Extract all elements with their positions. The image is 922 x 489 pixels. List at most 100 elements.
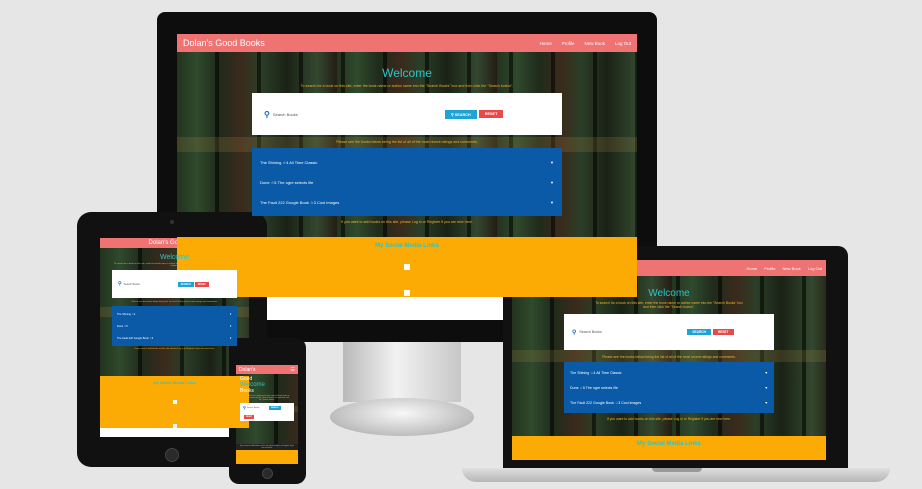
hero-subtitle: Books <box>240 388 254 394</box>
book-item[interactable]: Dune ☆5 The ogre selects life ▼ <box>260 172 554 192</box>
social-title: My Social Media Links <box>637 441 701 447</box>
search-input[interactable]: Search Books <box>247 407 269 409</box>
list-instructions: Please see the books below being the lis… <box>131 301 218 303</box>
nav-logout[interactable]: Log Out <box>615 41 631 46</box>
book-rating: 4 <box>286 159 289 165</box>
book-title: The Shining <box>117 312 131 316</box>
social-title: My Social Media Links <box>153 380 196 385</box>
search-panel: ⚲ Search Books SEARCH RESET <box>112 270 237 298</box>
search-input[interactable]: Search Books <box>273 112 443 117</box>
book-title: The Shining <box>260 159 282 165</box>
reset-button[interactable]: RESET <box>712 329 734 335</box>
page-title: Welcome <box>382 66 432 80</box>
book-rating: 3 <box>151 336 154 340</box>
chevron-down-icon[interactable]: ▼ <box>764 371 768 375</box>
reset-button[interactable]: RESET <box>478 110 504 118</box>
phone-home-button <box>262 468 273 479</box>
instagram-icon[interactable] <box>172 424 177 428</box>
chevron-down-icon[interactable]: ▼ <box>550 180 554 185</box>
search-panel: ⚲ Search Books SEARCH RESET <box>240 403 294 421</box>
book-title: The Fault 222 Google Book <box>570 400 614 405</box>
chevron-down-icon[interactable]: ▼ <box>229 337 232 340</box>
brand-logo[interactable]: Dolan's Good Books <box>183 38 265 48</box>
book-rating: 4 <box>133 312 136 316</box>
book-item[interactable]: Dune ☆5 ▼ <box>117 320 232 332</box>
reset-button[interactable]: RESET <box>194 281 209 287</box>
book-title: The Fault 222 Google Book <box>260 199 309 205</box>
nav-new-book[interactable]: New Book <box>584 41 605 46</box>
search-button[interactable]: SEARCH <box>268 405 281 410</box>
book-item[interactable]: The Fault 222 Google Book ☆3 ▼ <box>117 332 232 344</box>
chevron-down-icon[interactable]: ▼ <box>764 401 768 405</box>
book-title: Dune <box>570 385 579 390</box>
nav-profile[interactable]: Profile <box>764 266 775 271</box>
book-title: Dune <box>260 179 270 185</box>
login-note: If you want to add books on this site, p… <box>134 348 215 350</box>
book-comment: All Time Classic <box>596 370 622 375</box>
book-title: The Shining <box>570 370 590 375</box>
social-section <box>236 450 298 464</box>
laptop-screen: Dolan's Good Books Home Profile New Book… <box>512 260 826 460</box>
book-rating: 3 <box>313 199 316 205</box>
search-input[interactable]: Search Books <box>124 283 178 286</box>
book-comment: The ogre selects life <box>277 179 314 185</box>
monitor-stand <box>343 342 461 402</box>
monitor-base <box>330 398 474 436</box>
navbar: Dolan's Good Books Home Profile New Book… <box>177 34 637 52</box>
book-comment: All Time Classic <box>289 159 318 165</box>
search-button-label: SEARCH <box>454 112 471 117</box>
search-instructions: To search for a book on this site, enter… <box>595 301 743 309</box>
search-icon: ⚲ <box>572 329 577 336</box>
book-item[interactable]: The Fault 222 Google Book ☆3 Cool images… <box>260 192 554 212</box>
search-instructions: To search for a book on this site, enter… <box>244 395 290 401</box>
nav-home[interactable]: Home <box>747 266 758 271</box>
book-rating: 5 <box>582 385 585 390</box>
brand-logo[interactable]: Dolan's <box>239 367 256 373</box>
book-title: Dune <box>117 324 124 328</box>
book-item[interactable]: The Shining ☆4 All Time Classic ▼ <box>570 365 768 380</box>
book-rating: 3 <box>618 400 621 405</box>
search-icon: ⚲ <box>243 405 246 411</box>
chevron-down-icon[interactable]: ▼ <box>229 325 232 328</box>
nav-links: Home Profile New Book Log Out <box>540 41 631 46</box>
search-panel: ⚲ Search Books ⚲ SEARCH RESET <box>252 93 562 135</box>
book-item[interactable]: The Shining ☆4 All Time Classic ▼ <box>260 152 554 172</box>
linkedin-icon[interactable] <box>172 400 177 404</box>
linkedin-icon[interactable] <box>404 264 410 270</box>
menu-icon[interactable]: ☰ <box>291 367 295 373</box>
book-rating: 5 <box>274 179 277 185</box>
chevron-down-icon[interactable]: ▼ <box>550 200 554 205</box>
book-title: The Fault 222 Google Book <box>117 336 149 340</box>
nav-home[interactable]: Home <box>540 41 552 46</box>
search-button[interactable]: SEARCH <box>687 329 711 335</box>
book-list: The Shining ☆4 All Time Classic ▼ Dune ☆… <box>252 148 562 216</box>
nav-profile[interactable]: Profile <box>562 41 575 46</box>
book-comment: Cool images <box>621 400 642 405</box>
chevron-down-icon[interactable]: ▼ <box>550 160 554 165</box>
search-input[interactable]: Search Books <box>579 330 687 334</box>
phone-screen: Dolan's ☰ Good Welcome Books To search f… <box>236 365 298 464</box>
chevron-down-icon[interactable]: ▼ <box>764 386 768 390</box>
tablet-camera <box>170 220 174 224</box>
list-instructions: Please see the books below being the lis… <box>602 355 736 359</box>
book-item[interactable]: The Shining ☆4 ▼ <box>117 308 232 320</box>
reset-button[interactable]: RESET <box>244 414 254 419</box>
search-button[interactable]: SEARCH <box>177 281 194 287</box>
search-button[interactable]: ⚲ SEARCH <box>444 109 477 119</box>
nav-logout[interactable]: Log Out <box>808 266 822 271</box>
instagram-icon[interactable] <box>404 290 410 296</box>
tablet-home-button <box>165 448 179 462</box>
search-icon: ⚲ <box>118 281 122 287</box>
book-item[interactable]: The Fault 222 Google Book ☆3 Cool images… <box>570 395 768 410</box>
hero-section: Good Welcome Books To search for a book … <box>236 374 298 444</box>
book-comment: The ogre selects life <box>585 385 618 390</box>
chevron-down-icon[interactable]: ▼ <box>229 313 232 316</box>
nav-new-book[interactable]: New Book <box>783 266 801 271</box>
book-item[interactable]: Dune ☆5 The ogre selects life ▼ <box>570 380 768 395</box>
hero-section: Welcome To search for a book on this sit… <box>177 52 637 237</box>
social-section: My Social Media Links <box>512 436 826 460</box>
nav-links: Home Profile New Book Log Out <box>747 266 822 271</box>
search-instructions: To search for a book on this site, enter… <box>300 84 514 88</box>
book-comment: Cool images <box>317 199 340 205</box>
search-icon: ⚲ <box>264 109 270 119</box>
